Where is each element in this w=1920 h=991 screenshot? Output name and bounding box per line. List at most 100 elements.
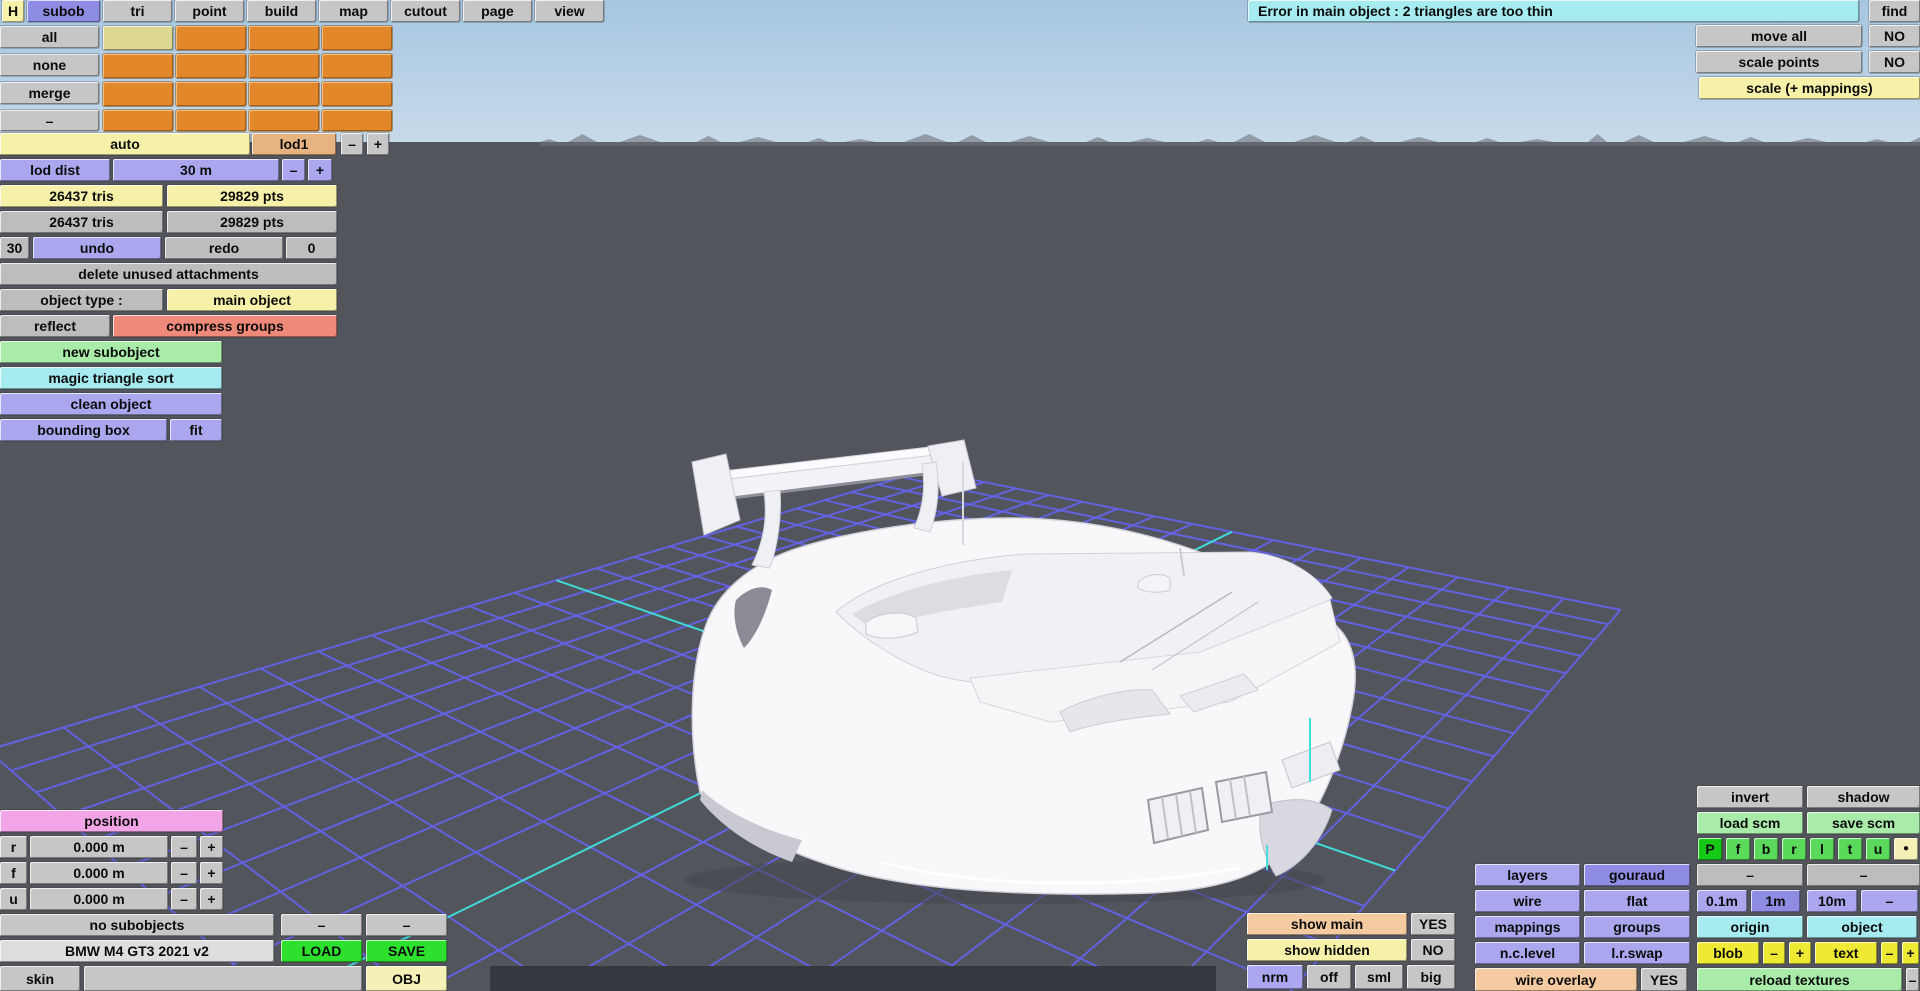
nrm-big-button[interactable]: big	[1407, 965, 1455, 989]
bounding-box-button[interactable]: bounding box	[0, 419, 167, 441]
grid-cell-point-merge[interactable]	[176, 82, 246, 106]
nc-level-button[interactable]: n.c.level	[1475, 942, 1580, 964]
grid-cell-point-all[interactable]	[176, 26, 246, 50]
reflect-button[interactable]: reflect	[0, 315, 110, 337]
magic-triangle-sort-button[interactable]: magic triangle sort	[0, 367, 222, 389]
delete-attachments-button[interactable]: delete unused attachments	[0, 263, 337, 285]
right-dash-1[interactable]: –	[1697, 864, 1803, 886]
save-scm-button[interactable]: save scm	[1807, 812, 1920, 834]
grid-cell-point-none[interactable]	[176, 54, 246, 78]
face-r-button[interactable]: r	[1782, 838, 1806, 860]
blob-plus-button[interactable]: +	[1789, 942, 1811, 964]
grid-cell-build-none[interactable]	[249, 54, 319, 78]
face-b-button[interactable]: b	[1754, 838, 1778, 860]
select-none-button[interactable]: none	[0, 54, 99, 76]
text-minus-button[interactable]: –	[1881, 942, 1898, 964]
position-r-plus[interactable]: +	[200, 836, 223, 858]
undo-button[interactable]: undo	[33, 237, 161, 259]
menu-subob[interactable]: subob	[27, 0, 100, 22]
show-hidden-value[interactable]: NO	[1411, 939, 1455, 961]
move-all-button[interactable]: move all	[1696, 25, 1862, 47]
select-all-button[interactable]: all	[0, 26, 99, 48]
grid-cell-point-dash[interactable]	[176, 110, 246, 131]
grid-cell-map-all[interactable]	[322, 26, 392, 50]
load-button[interactable]: LOAD	[281, 940, 362, 962]
position-r-minus[interactable]: –	[171, 836, 197, 858]
lod-dist-minus-button[interactable]: –	[282, 159, 305, 181]
select-merge-button[interactable]: merge	[0, 82, 99, 104]
menu-build[interactable]: build	[247, 0, 316, 22]
face-l-button[interactable]: l	[1810, 838, 1834, 860]
layers-button[interactable]: layers	[1475, 864, 1580, 886]
move-all-value[interactable]: NO	[1869, 25, 1920, 47]
invert-button[interactable]: invert	[1697, 786, 1803, 808]
clean-object-button[interactable]: clean object	[0, 393, 222, 415]
blob-button[interactable]: blob	[1697, 942, 1759, 964]
grid-cell-map-dash[interactable]	[322, 110, 392, 131]
lod-minus-button[interactable]: –	[341, 133, 363, 155]
subobject-dash-1[interactable]: –	[281, 914, 362, 936]
find-button[interactable]: find	[1869, 0, 1920, 22]
lod-plus-button[interactable]: +	[367, 133, 389, 155]
skin-button[interactable]: skin	[0, 966, 80, 991]
gouraud-button[interactable]: gouraud	[1584, 864, 1690, 886]
position-f-minus[interactable]: –	[171, 862, 197, 884]
reload-textures-button[interactable]: reload textures	[1697, 968, 1902, 991]
scale-points-value[interactable]: NO	[1869, 51, 1920, 73]
grid-cell-map-merge[interactable]	[322, 82, 392, 106]
face-u-button[interactable]: u	[1866, 838, 1890, 860]
menu-page[interactable]: page	[463, 0, 532, 22]
load-scm-button[interactable]: load scm	[1697, 812, 1803, 834]
position-r-value[interactable]: 0.000 m	[30, 836, 168, 858]
object-button[interactable]: object	[1807, 916, 1917, 938]
groups-button[interactable]: groups	[1584, 916, 1690, 938]
position-f-value[interactable]: 0.000 m	[30, 862, 168, 884]
subobjects-status[interactable]: no subobjects	[0, 914, 274, 936]
save-button[interactable]: SAVE	[366, 940, 447, 962]
scale-points-button[interactable]: scale points	[1696, 51, 1862, 73]
flat-button[interactable]: flat	[1584, 890, 1690, 912]
grid-cell-tri-none[interactable]	[103, 54, 173, 78]
show-main-button[interactable]: show main	[1247, 913, 1407, 935]
grid-scale-01m-button[interactable]: 0.1m	[1697, 890, 1747, 912]
lod-dist-plus-button[interactable]: +	[308, 159, 332, 181]
lod-auto-button[interactable]: auto	[0, 133, 250, 155]
lod1-button[interactable]: lod1	[252, 133, 336, 155]
show-main-value[interactable]: YES	[1411, 913, 1455, 935]
menu-cutout[interactable]: cutout	[391, 0, 460, 22]
compress-groups-button[interactable]: compress groups	[113, 315, 337, 337]
position-u-plus[interactable]: +	[200, 888, 223, 910]
fit-button[interactable]: fit	[170, 419, 222, 441]
origin-button[interactable]: origin	[1697, 916, 1803, 938]
face-t-button[interactable]: t	[1838, 838, 1862, 860]
lod-dist-value[interactable]: 30 m	[113, 159, 279, 181]
face-dot-button[interactable]: ●	[1894, 838, 1918, 860]
nrm-sml-button[interactable]: sml	[1355, 965, 1403, 989]
select-dash-button[interactable]: –	[0, 110, 99, 131]
position-f-plus[interactable]: +	[200, 862, 223, 884]
text-button[interactable]: text	[1815, 942, 1877, 964]
menu-view[interactable]: view	[535, 0, 604, 22]
position-u-minus[interactable]: –	[171, 888, 197, 910]
grid-cell-tri-all[interactable]	[103, 26, 173, 50]
nrm-button[interactable]: nrm	[1247, 965, 1303, 989]
scale-mappings-button[interactable]: scale (+ mappings)	[1699, 77, 1920, 99]
model-name[interactable]: BMW M4 GT3 2021 v2	[0, 940, 274, 962]
menu-map[interactable]: map	[319, 0, 388, 22]
face-f-button[interactable]: f	[1726, 838, 1750, 860]
subobject-dash-2[interactable]: –	[366, 914, 447, 936]
right-dash-2[interactable]: –	[1807, 864, 1920, 886]
position-u-value[interactable]: 0.000 m	[30, 888, 168, 910]
grid-cell-build-merge[interactable]	[249, 82, 319, 106]
nrm-off-button[interactable]: off	[1307, 965, 1351, 989]
mappings-button[interactable]: mappings	[1475, 916, 1580, 938]
grid-cell-build-dash[interactable]	[249, 110, 319, 131]
menu-h[interactable]: H	[2, 0, 24, 22]
skin-slot[interactable]	[84, 966, 362, 991]
lr-swap-button[interactable]: l.r.swap	[1584, 942, 1690, 964]
redo-button[interactable]: redo	[165, 237, 283, 259]
grid-cell-tri-dash[interactable]	[103, 110, 173, 131]
wire-overlay-button[interactable]: wire overlay	[1475, 968, 1637, 991]
menu-point[interactable]: point	[175, 0, 244, 22]
grid-cell-map-none[interactable]	[322, 54, 392, 78]
